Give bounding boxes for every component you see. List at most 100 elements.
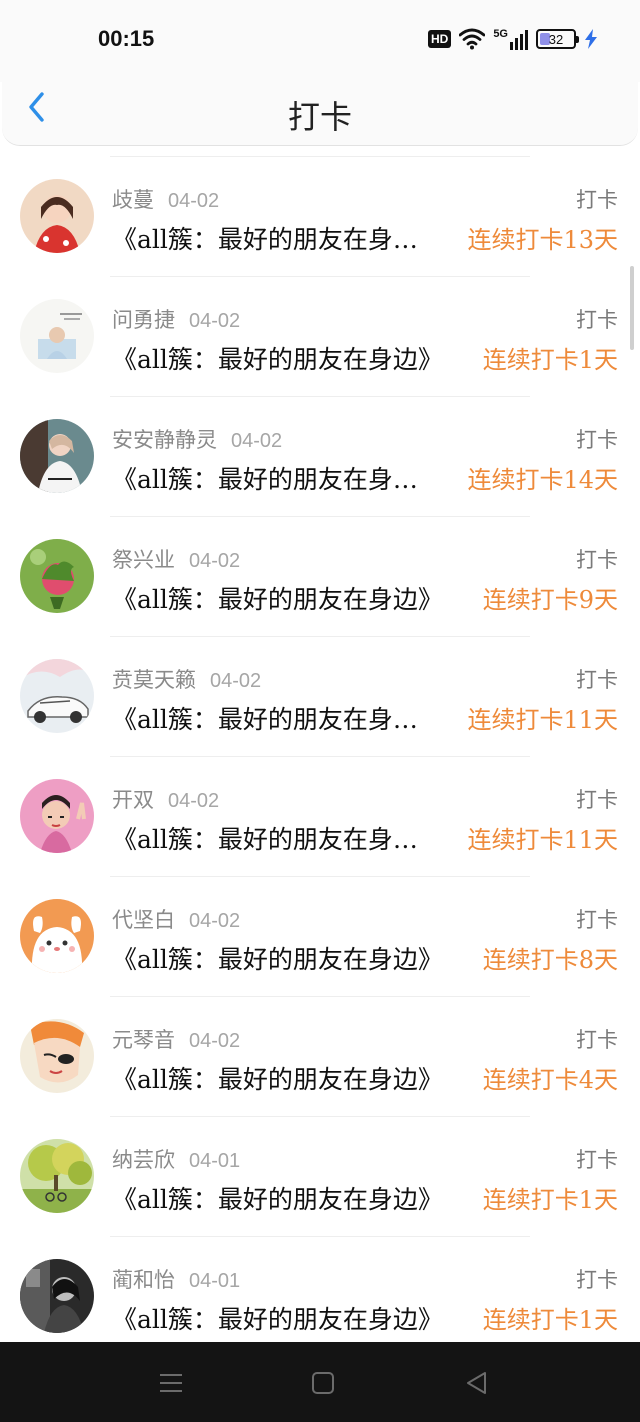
avatar-image xyxy=(20,299,94,373)
checkin-date: 04-02 xyxy=(189,550,241,572)
book-title[interactable]: 《all簇：最好的朋友在身… xyxy=(112,460,418,496)
streak-label: 连续打卡14天 xyxy=(467,466,618,494)
book-title[interactable]: 《all簇：最好的朋友在身… xyxy=(112,820,418,856)
user-avatar[interactable] xyxy=(20,659,94,733)
streak-label: 连续打卡11天 xyxy=(467,826,618,854)
user-name[interactable]: 歧蔓 04-02 xyxy=(112,184,219,214)
checkin-row[interactable]: 贲莫天籁 04-02 打卡 《all簇：最好的朋友在身… 连续打卡11天 xyxy=(0,636,640,756)
user-name-text: 开双 xyxy=(112,788,154,812)
book-title[interactable]: 《all簇：最好的朋友在身边》 xyxy=(112,940,443,976)
user-name[interactable]: 代坚白 04-02 xyxy=(112,904,240,934)
user-avatar[interactable] xyxy=(20,299,94,373)
status-icons: HD 5G 32 xyxy=(427,28,598,50)
streak-label: 连续打卡4天 xyxy=(482,1066,618,1094)
user-name-text: 歧蔓 xyxy=(112,188,154,212)
avatar-image xyxy=(20,1139,94,1213)
wifi-icon xyxy=(459,28,486,50)
avatar-image xyxy=(20,899,94,973)
user-avatar[interactable] xyxy=(20,419,94,493)
checkin-date: 04-02 xyxy=(189,910,241,932)
streak-label: 连续打卡1天 xyxy=(482,1186,618,1214)
row-divider xyxy=(110,276,530,277)
row-divider xyxy=(110,1236,530,1237)
user-name[interactable]: 祭兴业 04-02 xyxy=(112,544,240,574)
checkin-row[interactable]: 开双 04-02 打卡《all簇：最好的朋友在身… 连续打卡11天 xyxy=(0,756,640,876)
user-name[interactable]: 开双 04-02 xyxy=(112,784,219,814)
checkin-date: 04-02 xyxy=(189,310,241,332)
user-name[interactable]: 贲莫天籁 04-02 xyxy=(112,664,261,694)
user-avatar[interactable] xyxy=(20,899,94,973)
checkin-action-label: 打卡 xyxy=(576,1268,618,1292)
signal-bar xyxy=(510,42,513,50)
checkin-action-label: 打卡 xyxy=(576,668,618,692)
app-header: 打卡 xyxy=(2,82,638,146)
book-title[interactable]: 《all簇：最好的朋友在身边》 xyxy=(112,580,443,616)
user-name[interactable]: 纳芸欣 04-01 xyxy=(112,1144,240,1174)
checkin-date: 04-02 xyxy=(168,190,220,212)
user-name[interactable]: 问勇捷 04-02 xyxy=(112,304,240,334)
avatar-image xyxy=(20,1019,94,1093)
checkin-row[interactable]: 问勇捷 04-02 打卡 《all簇：最好的朋友在身边》 连续打卡1天 xyxy=(0,276,640,396)
user-name-text: 元琴音 xyxy=(112,1028,175,1052)
checkin-row[interactable]: 歧蔓 04-02 打卡 《all簇：最好的朋友在身… 连续打卡13天 xyxy=(0,156,640,276)
checkin-row[interactable]: 蔺和怡 04-01 打卡 《all簇：最好的朋友在身边》 连续打卡1天 xyxy=(0,1236,640,1356)
checkin-date: 04-02 xyxy=(210,670,262,692)
checkin-row[interactable]: 纳芸欣 04-01 打卡《all簇：最好的朋友在身边》 连续打卡1天 xyxy=(0,1116,640,1236)
checkin-action-label: 打卡 xyxy=(576,788,618,812)
checkin-action-label: 打卡 xyxy=(576,1148,618,1172)
cellular-signal-icon: 5G xyxy=(493,28,528,50)
user-name-text: 祭兴业 xyxy=(112,548,175,572)
row-divider xyxy=(110,756,530,757)
user-avatar[interactable] xyxy=(20,1259,94,1333)
row-divider xyxy=(110,876,530,877)
book-title[interactable]: 《all簇：最好的朋友在身边》 xyxy=(112,1060,443,1096)
charging-icon xyxy=(585,29,597,49)
checkin-date: 04-01 xyxy=(189,1270,241,1292)
book-title[interactable]: 《all簇：最好的朋友在身边》 xyxy=(112,1300,443,1336)
avatar-image xyxy=(20,179,94,253)
signal-bar xyxy=(525,30,528,50)
user-name-text: 代坚白 xyxy=(112,908,175,932)
book-title[interactable]: 《all簇：最好的朋友在身边》 xyxy=(112,340,443,376)
user-avatar[interactable] xyxy=(20,179,94,253)
avatar-image xyxy=(20,419,94,493)
book-title[interactable]: 《all簇：最好的朋友在身… xyxy=(112,700,418,736)
user-name-text: 纳芸欣 xyxy=(112,1148,175,1172)
user-avatar[interactable] xyxy=(20,779,94,853)
checkin-row[interactable]: 代坚白 04-02 打卡 《all簇：最好的朋友在身边》 连续打卡8天 xyxy=(0,876,640,996)
checkin-date: 04-02 xyxy=(231,430,283,452)
user-name-text: 贲莫天籁 xyxy=(112,668,196,692)
status-bar: 00:15 HD 5G 32 xyxy=(0,0,640,82)
row-divider xyxy=(110,636,530,637)
book-title[interactable]: 《all簇：最好的朋友在身边》 xyxy=(112,1180,443,1216)
row-divider xyxy=(110,1116,530,1117)
user-avatar[interactable] xyxy=(20,1019,94,1093)
checkin-action-label: 打卡 xyxy=(576,188,618,212)
streak-label: 连续打卡9天 xyxy=(482,586,618,614)
book-title[interactable]: 《all簇：最好的朋友在身… xyxy=(112,220,418,256)
battery-level: 32 xyxy=(548,31,564,47)
checkin-action-label: 打卡 xyxy=(576,548,618,572)
hd-icon: HD xyxy=(427,30,452,48)
menu-icon[interactable] xyxy=(158,1370,184,1396)
user-avatar[interactable] xyxy=(20,539,94,613)
back-triangle-icon[interactable] xyxy=(464,1370,490,1396)
checkin-row[interactable]: 祭兴业 04-02 打卡《all簇：最好的朋友在身边》 连续打卡9天 xyxy=(0,516,640,636)
checkin-action-label: 打卡 xyxy=(576,308,618,332)
checkin-date: 04-01 xyxy=(189,1150,241,1172)
user-name-text: 蔺和怡 xyxy=(112,1268,175,1292)
checkin-list[interactable]: 歧蔓 04-02 打卡 《all簇：最好的朋友在身… 连续打卡13天 问勇捷 04-02 打卡… xyxy=(0,156,640,1356)
user-name[interactable]: 元琴音 04-02 xyxy=(112,1024,240,1054)
scrollbar[interactable] xyxy=(630,266,634,350)
checkin-action-label: 打卡 xyxy=(576,1028,618,1052)
checkin-row[interactable]: 元琴音 04-02 打卡《all簇：最好的朋友在身边》 连续打卡4天 xyxy=(0,996,640,1116)
network-type-label: 5G xyxy=(493,28,508,40)
checkin-row[interactable]: 安安静静灵 04-02 打卡 《all簇：最好的朋友在身… 连续打卡14天 xyxy=(0,396,640,516)
signal-bar xyxy=(520,34,523,50)
streak-label: 连续打卡8天 xyxy=(482,946,618,974)
user-name[interactable]: 蔺和怡 04-01 xyxy=(112,1264,240,1294)
battery-icon: 32 xyxy=(536,29,579,49)
user-name[interactable]: 安安静静灵 04-02 xyxy=(112,424,282,454)
user-avatar[interactable] xyxy=(20,1139,94,1213)
home-square-icon[interactable] xyxy=(310,1370,336,1396)
